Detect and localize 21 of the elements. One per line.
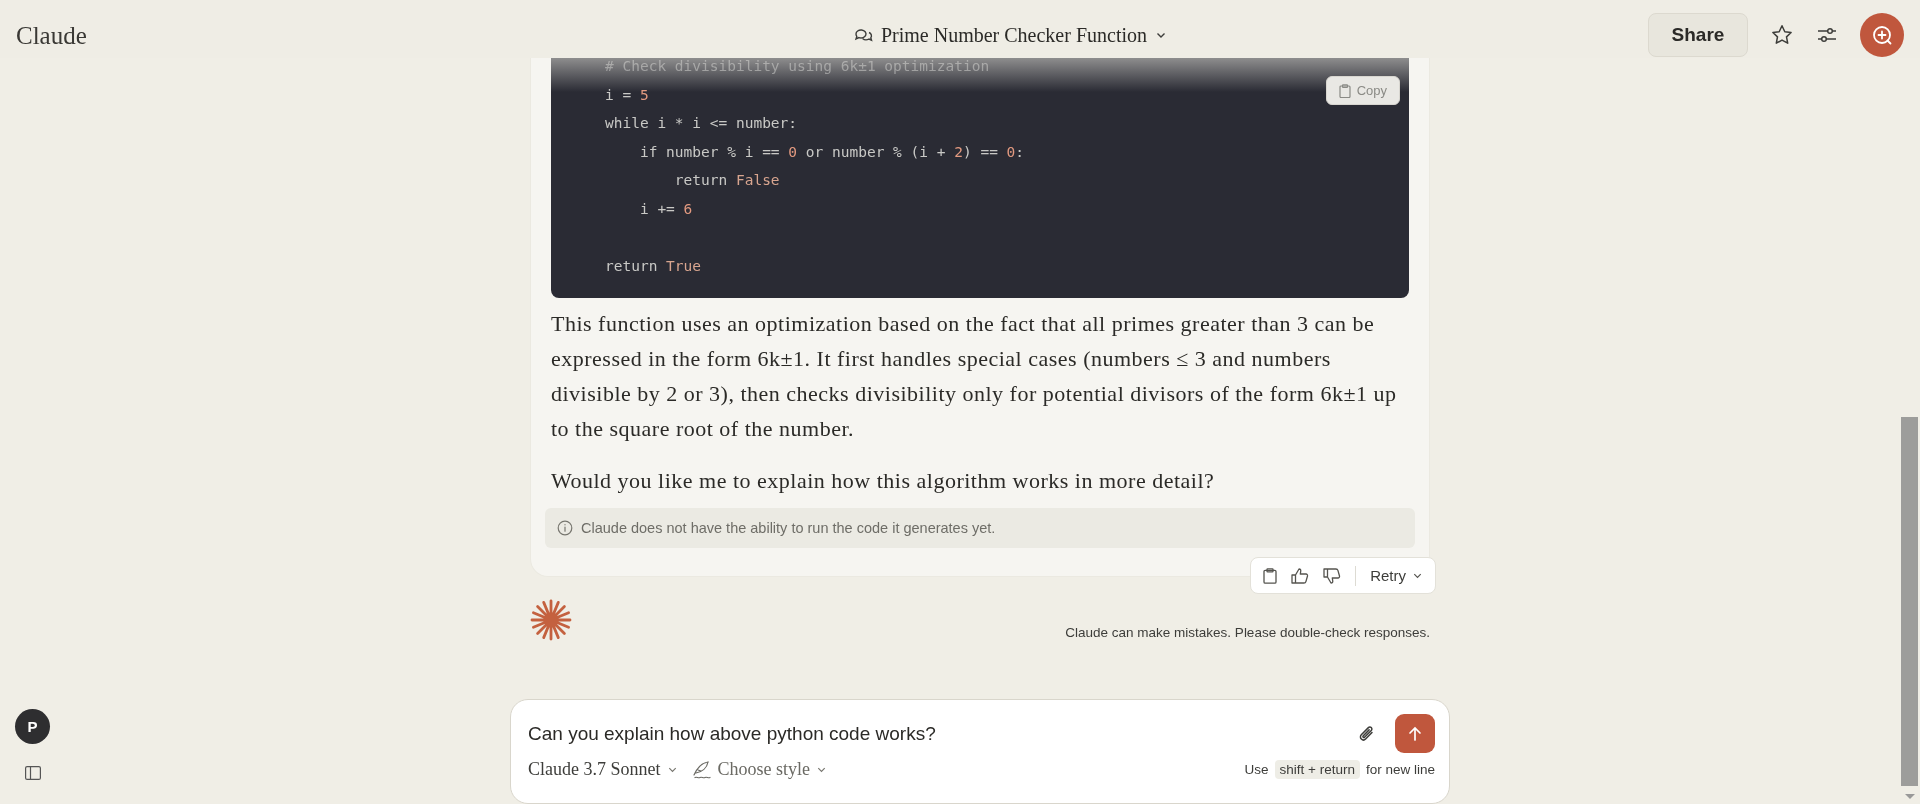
code-line: while i * i <= number: bbox=[605, 114, 798, 133]
shortcut-key: shift + return bbox=[1274, 760, 1360, 779]
code-line: i = 5 bbox=[605, 85, 649, 105]
style-selector[interactable]: Choose style bbox=[691, 759, 827, 780]
model-selector[interactable]: Claude 3.7 Sonnet bbox=[528, 759, 678, 780]
retry-button[interactable]: Retry bbox=[1370, 567, 1423, 584]
code-line: return True bbox=[605, 256, 702, 276]
hint-text: for new line bbox=[1365, 762, 1435, 777]
response-paragraph: Would you like me to explain how this algorithm works in more detail? bbox=[551, 467, 1216, 495]
code-line: i += 6 bbox=[638, 199, 693, 219]
message-input[interactable]: Can you explain how above python code works? bbox=[528, 718, 1339, 749]
code-line: if number % i == 0 or number % (i + 2) == 0: bbox=[638, 142, 1025, 162]
note-text: Claude does not have the ability to run the code it generates yet. bbox=[581, 520, 996, 536]
code-line: return False bbox=[673, 171, 780, 190]
hint-text: Use bbox=[1244, 762, 1269, 777]
response-paragraph: This function uses an optimization based on the fact that all primes greater than 3 can be expressed in the form 6k±1. It first handles special cases (numbers ≤ 3 and numbers divisible by 2 or 3), then checks divisibility only for potential divisors of the form 6k±1 up to the square root of the number. bbox=[551, 310, 1398, 443]
chat-title-button[interactable]: Prime Number Checker Function bbox=[846, 19, 1174, 51]
share-button[interactable]: Share bbox=[1648, 13, 1748, 57]
disclaimer-text: Claude can make mistakes. Please double-check responses. bbox=[1065, 625, 1430, 640]
logo[interactable]: Claude bbox=[16, 22, 87, 50]
user-avatar[interactable]: P bbox=[15, 709, 50, 744]
